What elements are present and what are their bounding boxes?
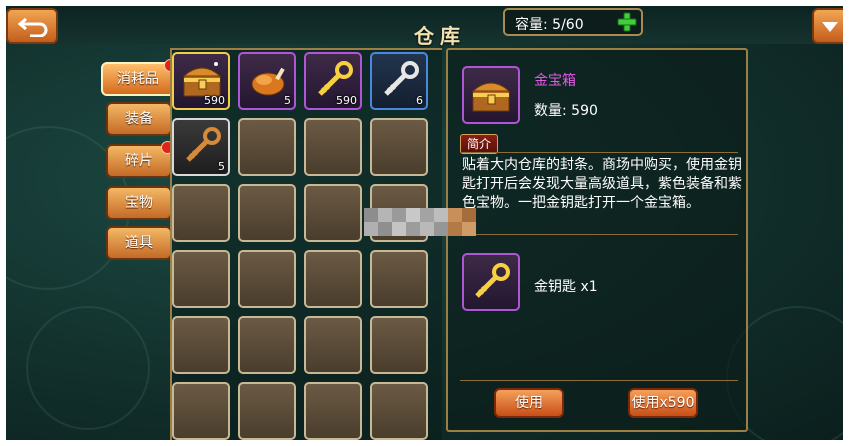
empty-inventory-slot[interactable] bbox=[172, 382, 230, 440]
empty-inventory-slot[interactable] bbox=[172, 316, 230, 374]
menu-dropdown-button[interactable] bbox=[812, 8, 843, 44]
item-count: 590 bbox=[204, 94, 225, 107]
divider bbox=[460, 380, 738, 381]
tab-label: 消耗品 bbox=[117, 71, 159, 87]
background-swirl bbox=[26, 306, 150, 430]
inventory-slot-roast-chicken[interactable]: 5 bbox=[238, 52, 296, 110]
tab-props[interactable]: 道具 bbox=[106, 226, 172, 260]
divider bbox=[460, 152, 738, 153]
tab-fragments[interactable]: 碎片 bbox=[106, 141, 174, 178]
gold-key-icon bbox=[475, 263, 510, 298]
item-quantity: 数量: 590 bbox=[534, 103, 598, 119]
game-screen: 仓库 容量: 5/60 消耗品 装备 碎片 宝物 道具 590 5 590 6 … bbox=[6, 6, 843, 440]
empty-inventory-slot[interactable] bbox=[172, 250, 230, 308]
empty-inventory-slot[interactable] bbox=[370, 118, 428, 176]
empty-inventory-slot[interactable] bbox=[304, 118, 362, 176]
inventory-slot-gold-chest[interactable]: 590 bbox=[172, 52, 230, 110]
required-item-slot bbox=[462, 253, 520, 311]
empty-inventory-slot[interactable] bbox=[238, 118, 296, 176]
empty-inventory-slot[interactable] bbox=[304, 316, 362, 374]
item-count: 5 bbox=[284, 94, 291, 107]
inventory-slot-bronze-key[interactable]: 5 bbox=[172, 118, 230, 176]
item-name: 金宝箱 bbox=[534, 73, 576, 89]
add-capacity-icon[interactable] bbox=[617, 12, 637, 32]
required-item-label: 金钥匙 x1 bbox=[534, 279, 598, 295]
item-count: 6 bbox=[416, 94, 423, 107]
item-count: 5 bbox=[218, 160, 225, 173]
capacity-label: 容量: 5/60 bbox=[515, 17, 584, 33]
empty-inventory-slot[interactable] bbox=[370, 316, 428, 374]
gold-chest-icon bbox=[471, 82, 511, 112]
detail-item-slot bbox=[462, 66, 520, 124]
empty-inventory-slot[interactable] bbox=[304, 184, 362, 242]
empty-inventory-slot[interactable] bbox=[370, 382, 428, 440]
item-count: 590 bbox=[336, 94, 357, 107]
tab-label: 碎片 bbox=[125, 153, 153, 169]
back-arrow-icon bbox=[18, 17, 48, 37]
inventory-slot-gold-key[interactable]: 590 bbox=[304, 52, 362, 110]
tab-treasures[interactable]: 宝物 bbox=[106, 186, 172, 220]
empty-inventory-slot[interactable] bbox=[304, 250, 362, 308]
empty-inventory-slot[interactable] bbox=[238, 382, 296, 440]
empty-inventory-slot[interactable] bbox=[238, 250, 296, 308]
empty-inventory-slot[interactable] bbox=[370, 250, 428, 308]
tab-equipment[interactable]: 装备 bbox=[106, 102, 172, 136]
obscured-area bbox=[364, 200, 504, 250]
empty-inventory-slot[interactable] bbox=[238, 184, 296, 242]
intro-badge: 简介 bbox=[460, 134, 499, 154]
use-all-button[interactable]: 使用x590 bbox=[628, 388, 698, 418]
use-button[interactable]: 使用 bbox=[494, 388, 564, 418]
page-title: 仓库 bbox=[414, 24, 466, 48]
empty-inventory-slot[interactable] bbox=[172, 184, 230, 242]
capacity-display: 容量: 5/60 bbox=[503, 8, 643, 36]
tab-label: 装备 bbox=[125, 111, 153, 127]
empty-inventory-slot[interactable] bbox=[304, 382, 362, 440]
tab-consumables[interactable]: 消耗品 bbox=[101, 59, 177, 96]
tab-label: 道具 bbox=[125, 235, 153, 251]
back-button[interactable] bbox=[6, 8, 58, 44]
tab-label: 宝物 bbox=[125, 195, 153, 211]
inventory-slot-silver-key[interactable]: 6 bbox=[370, 52, 428, 110]
chevron-down-icon bbox=[822, 22, 838, 32]
empty-inventory-slot[interactable] bbox=[238, 316, 296, 374]
item-description: 贴着大内仓库的封条。商场中购买，使用金钥匙打开后会发现大量高级道具，紫色装备和紫… bbox=[462, 157, 742, 211]
